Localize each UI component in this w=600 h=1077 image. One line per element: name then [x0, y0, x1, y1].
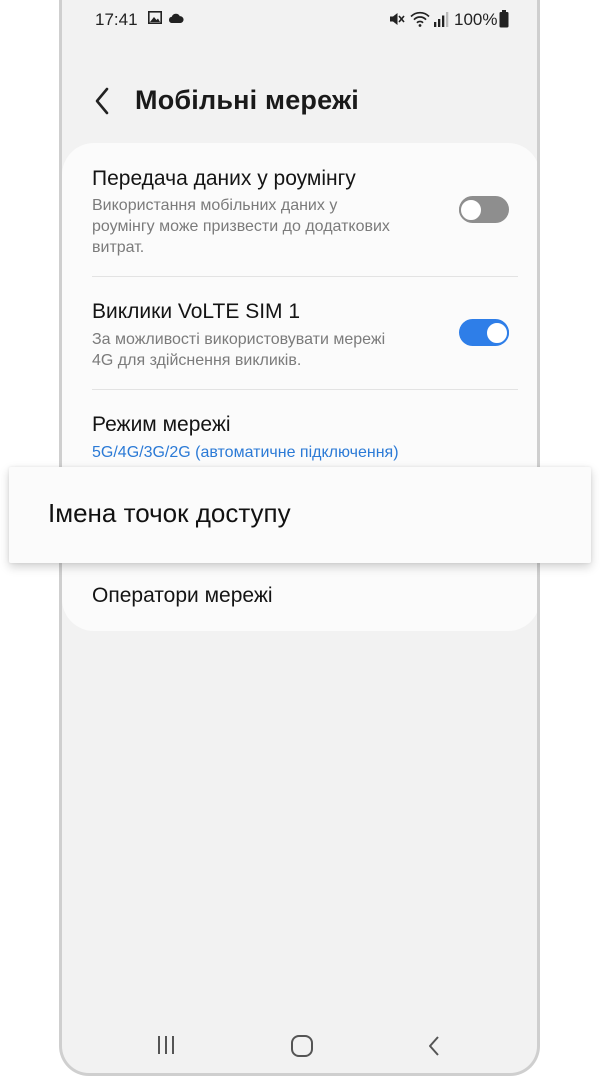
page-title: Мобільні мережі — [135, 85, 360, 115]
recents-icon[interactable] — [155, 1034, 177, 1056]
network-mode-value: 5G/4G/3G/2G (автоматичне підключення) — [92, 444, 399, 461]
wifi-icon — [410, 11, 430, 27]
roaming-toggle[interactable] — [459, 196, 509, 223]
access-point-names-title: Імена точок доступу — [48, 498, 291, 528]
roaming-subtitle-line: витрат. — [92, 239, 145, 256]
volte-title: Виклики VoLTE SIM 1 — [92, 300, 301, 323]
access-point-names-row[interactable]: Імена точок доступу — [9, 467, 591, 563]
toggle-knob — [485, 320, 509, 345]
gallery-icon — [148, 11, 162, 24]
volte-toggle[interactable] — [459, 319, 509, 346]
status-bar: 17:41 100% — [62, 0, 537, 42]
back-icon[interactable] — [426, 1034, 442, 1058]
toggle-knob — [459, 197, 483, 222]
status-time: 17:41 — [95, 10, 138, 29]
volte-subtitle-line: За можливості використовувати мережі — [92, 331, 386, 348]
battery-icon — [499, 10, 509, 28]
home-icon[interactable] — [290, 1034, 314, 1058]
battery-percentage: 100% — [454, 10, 498, 29]
roaming-subtitle-line: роумінгу може призвести до додаткових — [92, 218, 390, 235]
volte-subtitle: За можливості використовувати мережі 4G … — [92, 329, 452, 371]
volte-subtitle-line: 4G для здійснення викликів. — [92, 352, 302, 369]
network-operators-title: Оператори мережі — [92, 584, 273, 607]
divider — [92, 389, 518, 390]
chevron-left-icon[interactable] — [90, 84, 116, 118]
cloud-icon — [168, 13, 184, 23]
mute-icon — [390, 13, 405, 25]
network-mode-title: Режим мережі — [92, 413, 231, 436]
divider — [92, 276, 518, 277]
navigation-bar — [62, 1020, 537, 1073]
roaming-subtitle: Використання мобільних даних у роумінгу … — [92, 195, 452, 258]
signal-icon — [434, 12, 449, 27]
roaming-title: Передача даних у роумінгу — [92, 167, 356, 190]
roaming-subtitle-line: Використання мобільних даних у — [92, 197, 338, 214]
